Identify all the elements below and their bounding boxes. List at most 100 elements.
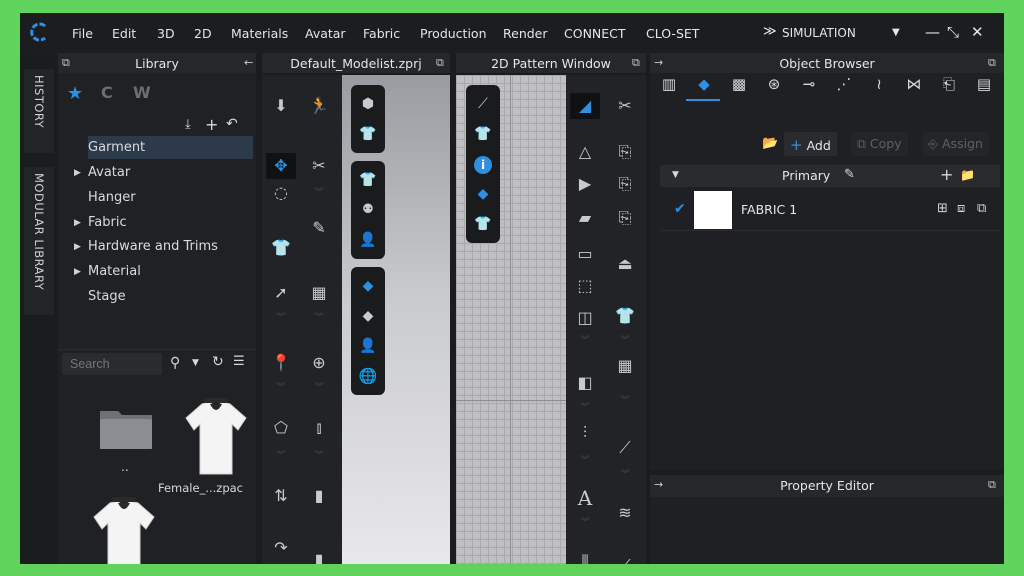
menu-fabric[interactable]: Fabric [363,26,400,41]
buttonhole-tab-icon[interactable]: ⊸ [796,75,822,97]
skin-icon[interactable]: 👤 [353,333,383,359]
2d-pattern-canvas[interactable]: ⟋ 👕 i ◆ 👕 [456,75,566,564]
button-tool-icon[interactable]: ⊕ [304,350,334,376]
pin-tool-icon[interactable]: 📍 [266,350,296,376]
tree-item-hardware-and-trims[interactable]: Hardware and Trims [88,239,218,254]
fabric-row[interactable]: ✔ FABRIC 1 ⊞ ⧈ ⧉ [660,189,1000,231]
garment-sewing-icon[interactable]: 👕 [610,303,640,329]
select-move-icon[interactable]: ✥ [266,153,296,179]
menu-file[interactable]: File [72,26,93,41]
trace-icon[interactable]: ◫ [570,305,600,331]
popout-icon[interactable]: ⧉ [988,478,996,492]
polygon-icon[interactable]: ▶ [570,171,600,197]
edit-pattern-icon[interactable]: ⬠ [266,415,296,441]
garment-view-icon[interactable]: 👕 [353,121,383,147]
add-group-icon[interactable]: + [940,165,953,184]
iron-icon[interactable]: ⏏ [610,251,640,277]
folder-icon[interactable]: 📁 [960,168,975,182]
tshirt-icon[interactable] [92,497,156,564]
menu-connect[interactable]: CONNECT [564,26,626,41]
grading-icon[interactable]: ⫶ [570,420,600,446]
fabric-group-header[interactable]: ▼ Primary ✎ + 📁 [660,165,1000,187]
cube-view-icon[interactable]: ⬢ [353,91,383,117]
copy-button[interactable]: ⧉ Copy [851,132,908,156]
search-icon[interactable]: ⚲ [170,355,180,371]
arrangement-icon[interactable]: ➚ [266,280,296,306]
elastic-icon[interactable]: ▮ [304,547,334,564]
tree-item-fabric[interactable]: Fabric [88,215,127,230]
expand-arrow-icon[interactable]: ▶ [74,267,81,277]
transform-pattern-icon[interactable]: ◢ [570,93,600,119]
text-annotation-icon[interactable]: A [570,485,600,511]
edit-curve-icon[interactable]: △ [570,139,600,165]
popout-icon[interactable]: ⧉ [632,56,640,70]
download-icon[interactable]: ⤓ [185,117,191,132]
info-icon[interactable]: i [468,151,498,177]
expand-arrow-icon[interactable]: ▶ [74,218,81,228]
avatar-display-icon[interactable]: 👤 [353,227,383,253]
internal-shape-icon[interactable]: ▭ [570,241,600,267]
notch-icon[interactable]: ⫼ [570,549,600,564]
topstitch-tab-icon[interactable]: ⋰ [831,75,857,97]
library-search-input[interactable] [62,353,162,375]
simulation-dropdown-icon[interactable]: ▼ [892,27,900,38]
minimize-icon[interactable]: — [925,23,940,41]
duplicate-icon[interactable]: ⧉ [977,201,986,216]
measure-icon[interactable]: ⇅ [266,483,296,509]
fold-arrangement-icon[interactable]: ⬇ [266,93,296,119]
dart-icon[interactable]: ◧ [570,370,600,396]
tape-icon[interactable]: ↷ [266,535,296,561]
collapse-left-icon[interactable]: ← [244,56,253,69]
texture-tab-icon[interactable]: ▩ [726,75,752,97]
expand-arrow-icon[interactable]: ▶ [74,168,81,178]
fabric-swatch[interactable] [694,191,732,229]
tree-item-stage[interactable]: Stage [88,289,126,304]
collapse-group-icon[interactable]: ▼ [672,170,679,180]
menu-render[interactable]: Render [503,26,548,41]
search-options-dropdown-icon[interactable]: ▼ [192,358,199,368]
folder-icon[interactable] [98,405,154,453]
tshirt-icon[interactable] [184,398,248,476]
sewing-icon[interactable]: ✂ [610,93,640,119]
piping-icon[interactable]: ▮ [304,483,334,509]
zigzag-tab-icon[interactable]: ≀ [866,75,892,97]
fabric-tab-icon[interactable]: ◆ [691,75,717,97]
garment-fit-icon[interactable]: 👕 [266,235,296,261]
close-icon[interactable]: ✕ [971,23,984,41]
globe-icon[interactable]: 🌐 [353,363,383,389]
tree-item-avatar[interactable]: Avatar [88,165,130,180]
add-fabric-button[interactable]: + Add [784,132,837,156]
measure-tab-icon[interactable]: ▤ [971,75,997,97]
assign-button[interactable]: ⎆ Assign [922,132,989,156]
tape-line-icon[interactable]: ⟋ [610,435,640,461]
m-n-sewing-icon[interactable]: ⎘ [610,205,640,231]
trim-tab-icon[interactable]: ⋈ [901,75,927,97]
menu-clo-set[interactable]: CLO-SET [646,26,699,41]
pin-icon[interactable]: ✎ [304,215,334,241]
shirt-display-icon[interactable]: 👕 [353,167,383,193]
refresh-icon[interactable]: ↶ [226,116,238,132]
menu-2d[interactable]: 2D [194,26,212,41]
menu-materials[interactable]: Materials [231,26,288,41]
puckering-icon[interactable]: ⟋ [610,553,640,564]
scene-tab-icon[interactable]: ▥ [656,75,682,97]
hanger-display-icon[interactable]: ⚉ [353,197,383,223]
rectangle-icon[interactable]: ▰ [570,205,600,231]
tree-item-hanger[interactable]: Hanger [88,190,136,205]
tree-item-material[interactable]: Material [88,264,141,279]
button-tab-icon[interactable]: ⊛ [761,75,787,97]
popout-icon[interactable]: ⧉ [988,56,996,70]
modular-library-tab[interactable]: MODULAR LIBRARY [24,167,54,315]
list-view-icon[interactable]: ☰ [233,354,245,369]
shirt-display-icon[interactable]: 👕 [468,121,498,147]
menu-3d[interactable]: 3D [157,26,175,41]
fabric-3d-icon[interactable]: ◆ [353,303,383,329]
menu-production[interactable]: Production [420,26,487,41]
refresh-icon[interactable]: ↻ [212,354,224,370]
fabric-display-icon[interactable]: ◆ [468,181,498,207]
import-folder-icon[interactable]: 📂 [762,136,778,151]
connect-library-icon[interactable]: W [133,83,151,102]
simulation-label[interactable]: SIMULATION [782,26,856,40]
expand-arrow-icon[interactable]: ▶ [74,242,81,252]
segment-sewing-icon[interactable]: ⎘ [610,139,640,165]
